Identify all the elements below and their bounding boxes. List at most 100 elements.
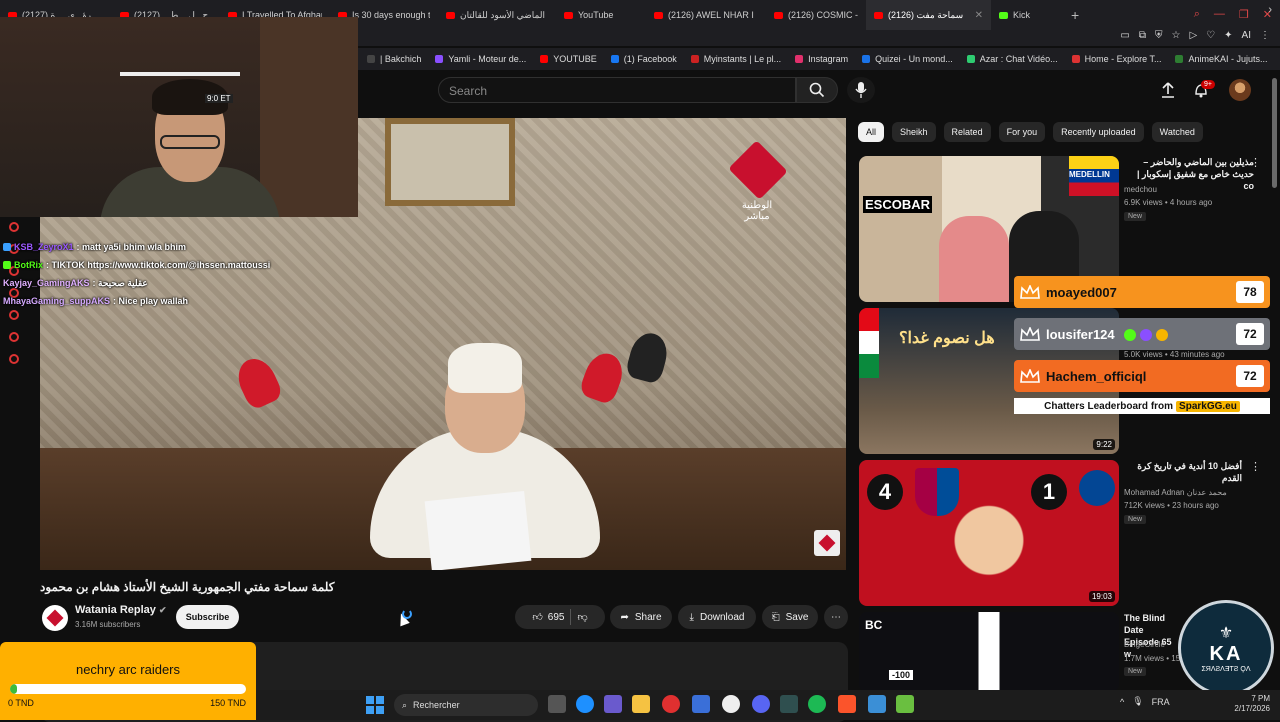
- taskbar-search[interactable]: ⌕ Rechercher: [394, 694, 538, 716]
- language-indicator[interactable]: FRA: [1152, 697, 1170, 707]
- menu-icon[interactable]: ⋮: [1260, 30, 1270, 41]
- search-button[interactable]: [796, 77, 838, 103]
- minimize-button[interactable]: —: [1214, 8, 1225, 21]
- system-clock[interactable]: 7 PM 2/17/2026: [1200, 694, 1270, 714]
- settings-icon[interactable]: [9, 354, 19, 364]
- account-avatar[interactable]: [1229, 79, 1251, 101]
- star-icon[interactable]: ☆: [1172, 30, 1181, 41]
- browser-tab[interactable]: Kick: [991, 0, 1061, 30]
- like-button[interactable]: 👍︎ 695: [532, 611, 564, 624]
- bookmark-item[interactable]: YOUTUBE: [535, 54, 602, 64]
- channel-name[interactable]: Watania Replay ✔: [75, 604, 167, 616]
- close-tab-icon[interactable]: ✕: [975, 10, 983, 21]
- search-icon: [809, 82, 825, 98]
- subscribe-button[interactable]: Subscribe: [176, 605, 239, 629]
- bookmark-item[interactable]: Yamli - Moteur de...: [430, 54, 531, 64]
- browser-tab[interactable]: YouTube: [556, 0, 646, 30]
- share-button[interactable]: ➦ Share: [610, 605, 672, 629]
- recommendation-thumbnail[interactable]: 4 1 19:03: [859, 460, 1119, 606]
- leaderboard-score: 72: [1236, 323, 1264, 345]
- upload-icon: [1162, 82, 1174, 98]
- heart-icon[interactable]: ♡: [1206, 30, 1215, 41]
- bookmark-label: AnimeKAI - Jujuts...: [1188, 54, 1268, 64]
- spotify-icon[interactable]: [808, 695, 826, 713]
- chip-for-you[interactable]: For you: [998, 122, 1046, 142]
- chevron-up-icon[interactable]: ^: [1120, 697, 1124, 707]
- bookmark-item[interactable]: | Bakchich: [362, 54, 426, 64]
- download-button[interactable]: ⤓ Download: [678, 605, 756, 629]
- bookmark-item[interactable]: Myinstants | Le pl...: [686, 54, 786, 64]
- chip-recently-uploaded[interactable]: Recently uploaded: [1053, 122, 1144, 142]
- dislike-button[interactable]: 👎︎: [577, 611, 587, 623]
- history-icon[interactable]: [9, 310, 19, 320]
- recommendation-title[interactable]: The Blind Date Episode 65 w: [1124, 612, 1176, 660]
- new-tab-button[interactable]: +: [1061, 7, 1089, 23]
- recommendation-channel[interactable]: Mohamad Adnan محمد عدنان: [1124, 488, 1227, 497]
- photos-icon[interactable]: [868, 695, 886, 713]
- steam-icon[interactable]: [722, 695, 740, 713]
- more-icon[interactable]: ⋮: [1250, 460, 1261, 473]
- browser-tab[interactable]: (2126) AWEL NHAR I: [646, 0, 766, 30]
- webcam-overlay: 9:0 ET: [0, 17, 358, 217]
- ai-icon[interactable]: AI: [1242, 30, 1251, 41]
- channel-watermark[interactable]: [814, 530, 840, 556]
- task-view-icon[interactable]: [548, 695, 566, 713]
- save-button[interactable]: ⎗ Save: [762, 605, 818, 629]
- chevron-right-icon[interactable]: ›: [1268, 4, 1272, 16]
- more-actions-button[interactable]: ⋯: [824, 605, 848, 629]
- channel-avatar[interactable]: [42, 605, 68, 631]
- donation-goal-widget: nechry arc raiders 0 TND 150 TND: [0, 642, 256, 720]
- leaderboard-row: moayed007 78: [1014, 276, 1270, 308]
- search-tabs-icon[interactable]: ⌕: [1194, 8, 1200, 21]
- youtube-icon: [874, 11, 883, 19]
- crop-icon[interactable]: ⧉: [1139, 30, 1146, 41]
- search-input[interactable]: Search: [438, 77, 796, 103]
- recommendation-title[interactable]: أفضل 10 أندية في تاريخ كرة القدم: [1124, 460, 1242, 484]
- download-icon: ⤓: [689, 611, 694, 623]
- opera-icon[interactable]: [662, 695, 680, 713]
- store-icon[interactable]: [692, 695, 710, 713]
- chip-all[interactable]: All: [858, 122, 885, 142]
- cast-icon[interactable]: ▭: [1120, 30, 1129, 41]
- clock-icon[interactable]: [9, 332, 19, 342]
- maximize-button[interactable]: ❐: [1239, 8, 1249, 21]
- refresh-icon[interactable]: [9, 222, 19, 232]
- discord-icon[interactable]: [752, 695, 770, 713]
- browser-tab[interactable]: (2126) COSMIC - OV: [766, 0, 866, 30]
- app-icon[interactable]: [896, 695, 914, 713]
- microphone-icon[interactable]: 🎙︎: [1132, 696, 1143, 707]
- edge-icon[interactable]: [576, 695, 594, 713]
- play-icon[interactable]: ▷: [1189, 30, 1197, 41]
- puzzle-icon[interactable]: ✦: [1224, 30, 1232, 41]
- browser-tab[interactable]: الماضي الأسود للقالتان: [438, 0, 556, 30]
- clock-date: 2/17/2026: [1234, 704, 1270, 713]
- recommendation-meta: 712K views • 23 hours ago: [1124, 501, 1219, 510]
- bookmark-item[interactable]: Azar : Chat Vidéo...: [962, 54, 1063, 64]
- teams-icon[interactable]: [604, 695, 622, 713]
- scrollbar[interactable]: [1272, 78, 1277, 188]
- system-tray: ^ 🎙︎ FRA: [1120, 696, 1170, 707]
- recommendation-channel[interactable]: medchou: [1124, 185, 1157, 194]
- windows-start-icon[interactable]: [366, 696, 384, 714]
- badge-icon: [1155, 329, 1168, 342]
- chip-related[interactable]: Related: [943, 122, 991, 142]
- bookmark-item[interactable]: (1) Facebook: [606, 54, 682, 64]
- bookmark-item[interactable]: Quizei - Un mond...: [857, 54, 958, 64]
- bookmark-item[interactable]: Instagram: [790, 54, 853, 64]
- more-icon[interactable]: ⋮: [1250, 156, 1261, 169]
- loading-spinner-icon: [402, 609, 412, 619]
- bookmark-item[interactable]: Home - Explore T...: [1067, 54, 1167, 64]
- recommendation-channel[interactable]: BingeCircle: [1124, 640, 1165, 649]
- file-explorer-icon[interactable]: [632, 695, 650, 713]
- bookmark-item[interactable]: AnimeKAI - Jujuts...: [1170, 54, 1272, 64]
- chip-watched[interactable]: Watched: [1151, 122, 1203, 142]
- shield-icon[interactable]: ⛨: [1155, 30, 1163, 41]
- chip-sheikh[interactable]: Sheikh: [892, 122, 936, 142]
- recommendation-thumbnail[interactable]: BC -100: [859, 612, 1119, 692]
- brave-icon[interactable]: [838, 695, 856, 713]
- browser-tab[interactable]: (2126) كلمة سماحة مفت ✕: [866, 0, 991, 30]
- voice-search-button[interactable]: [847, 77, 875, 103]
- app-icon[interactable]: [780, 695, 798, 713]
- create-button[interactable]: [1158, 80, 1178, 100]
- rank-1: 1: [1031, 474, 1067, 510]
